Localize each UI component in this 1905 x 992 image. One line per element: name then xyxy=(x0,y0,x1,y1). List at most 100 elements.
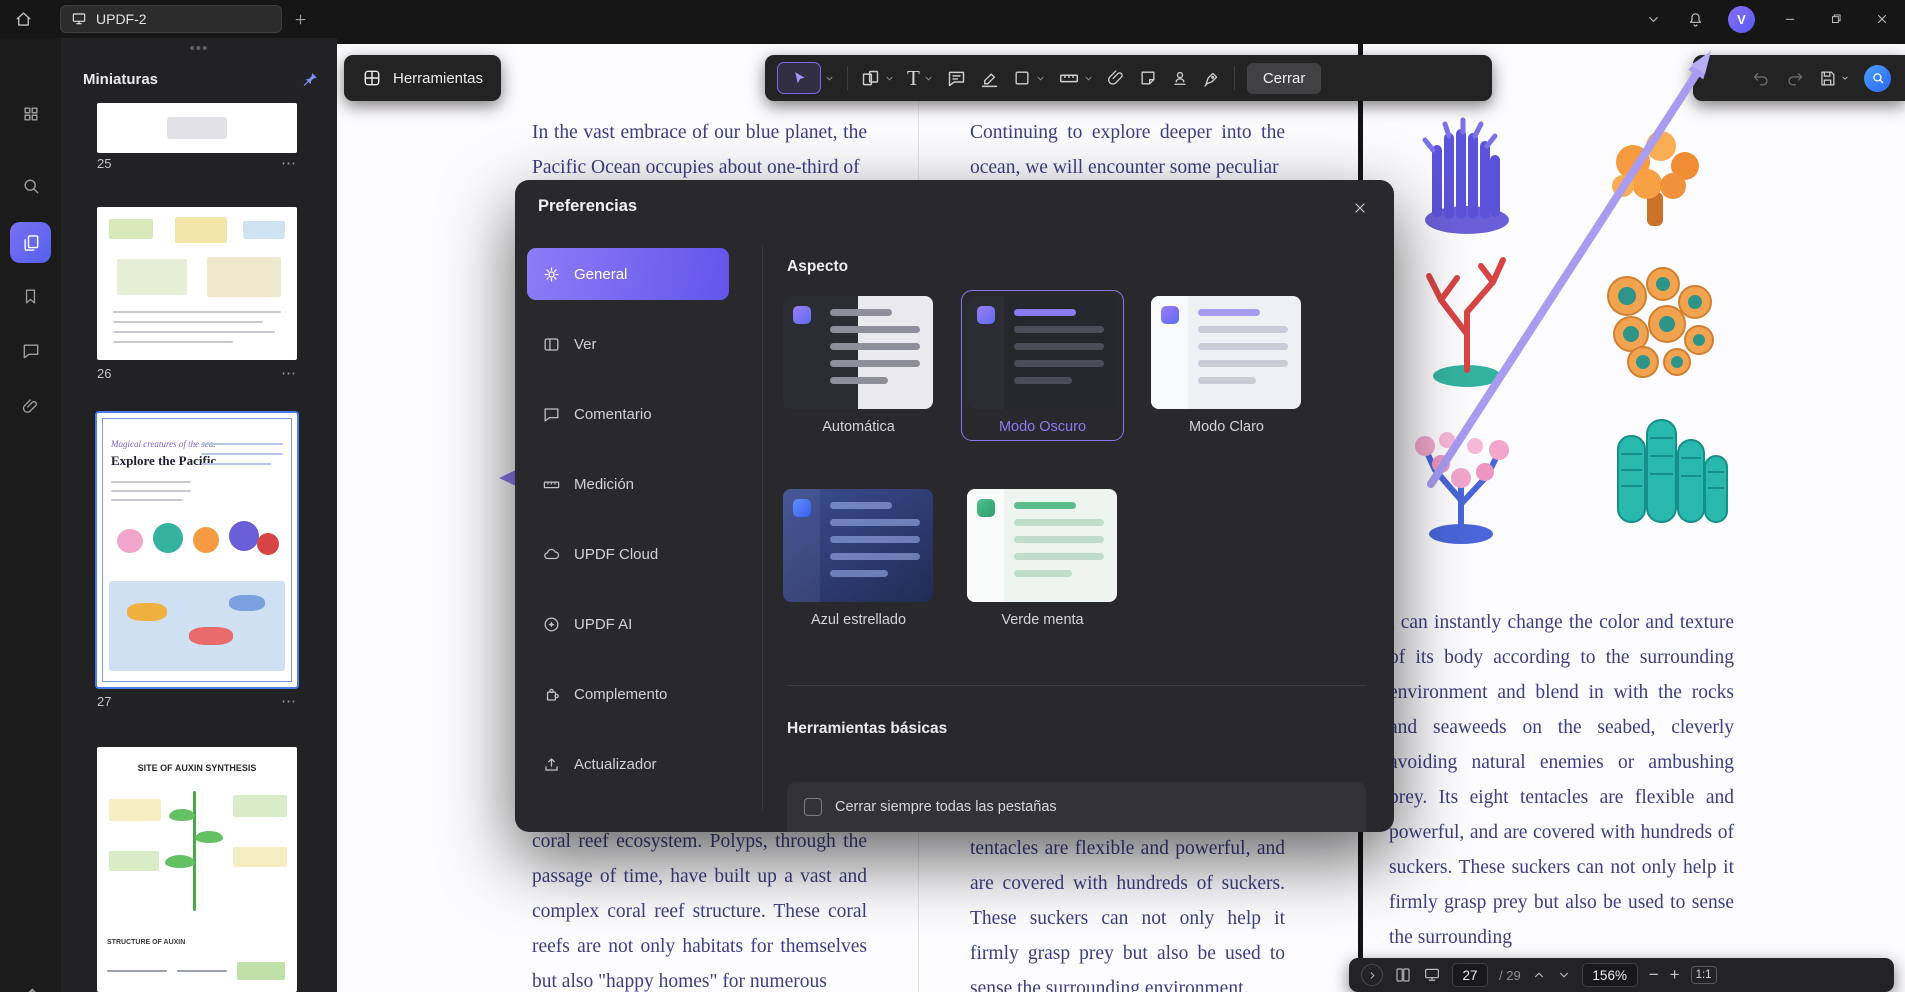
stamp-tool[interactable] xyxy=(1170,68,1190,88)
comments-panel-button[interactable] xyxy=(10,330,51,371)
titlebar-menu-button[interactable] xyxy=(1632,0,1674,38)
thumb-26-diagram-block xyxy=(175,217,227,243)
home-icon xyxy=(14,10,33,29)
ruler-icon xyxy=(1058,67,1080,89)
page-paragraph[interactable]: coral reef ecosystem. Polyps, through th… xyxy=(532,824,867,992)
page-layout-button[interactable] xyxy=(1394,966,1412,984)
bookmarks-panel-button[interactable] xyxy=(10,276,51,317)
attachment-tool[interactable] xyxy=(1106,68,1126,88)
page-paragraph[interactable]: tentacles are flexible and powerful, and… xyxy=(970,831,1285,992)
thumbnails-header: Miniaturas xyxy=(83,66,319,92)
ai-search-button[interactable] xyxy=(1864,64,1891,92)
dialog-close-button[interactable] xyxy=(1344,192,1376,224)
dialog-nav-updf-cloud[interactable]: UPDF Cloud xyxy=(527,528,729,580)
zoom-out-button[interactable]: − xyxy=(1649,965,1659,985)
thumbnail-page-28[interactable]: SITE OF AUXIN SYNTHESIS STRUCTURE OF AUX… xyxy=(97,747,297,992)
save-button[interactable] xyxy=(1818,69,1850,88)
thumbnail-page-26[interactable] xyxy=(97,207,297,360)
maximize-button[interactable] xyxy=(1813,0,1859,38)
home-button[interactable] xyxy=(0,0,46,38)
chevron-down-icon xyxy=(1083,73,1094,84)
dialog-nav-complemento[interactable]: Complemento xyxy=(527,668,729,720)
apps-grid-icon xyxy=(21,104,41,124)
sign-tool[interactable] xyxy=(1202,68,1222,88)
sticker-tool[interactable] xyxy=(1138,68,1158,88)
user-avatar[interactable]: V xyxy=(1728,5,1755,33)
highlighter-tool[interactable] xyxy=(979,68,1000,89)
close-window-button[interactable] xyxy=(1859,0,1905,38)
theme-preview-light xyxy=(1151,296,1301,409)
close-icon xyxy=(1875,12,1889,26)
update-icon xyxy=(542,755,561,774)
dialog-nav-updf-ai[interactable]: UPDF AI xyxy=(527,598,729,650)
dialog-nav: General Ver Comentario Medición UPDF Clo… xyxy=(527,248,729,808)
thumb-28-green-box xyxy=(237,962,285,980)
page-number-input[interactable]: 27 xyxy=(1452,963,1488,987)
close-all-tabs-setting[interactable]: Cerrar siempre todas las pestañas xyxy=(787,782,1366,832)
select-tool[interactable] xyxy=(777,62,835,94)
more-options-icon[interactable]: ⋯ xyxy=(281,366,297,381)
theme-option-modo-oscuro[interactable]: Modo Oscuro xyxy=(961,290,1124,441)
panel-drag-handle[interactable]: ••• xyxy=(190,40,209,57)
close-icon xyxy=(1352,200,1368,216)
comment-icon xyxy=(542,405,561,424)
workspace-grid-button[interactable] xyxy=(10,93,51,134)
theme-label: Modo Oscuro xyxy=(998,419,1087,435)
notifications-button[interactable] xyxy=(1674,0,1716,38)
puzzle-icon xyxy=(542,685,561,704)
page-organize-tool[interactable] xyxy=(860,68,895,89)
reading-mode-button[interactable] xyxy=(1423,966,1441,984)
page-paragraph[interactable]: t can instantly change the color and tex… xyxy=(1389,605,1734,955)
theme-option-verde-menta[interactable]: Verde menta xyxy=(961,483,1124,634)
checkbox-unchecked[interactable] xyxy=(804,798,822,816)
thumbnails-panel-button[interactable] xyxy=(10,222,51,263)
zoom-in-button[interactable]: + xyxy=(1670,965,1680,985)
tools-label: Herramientas xyxy=(393,69,484,87)
highlighter-icon xyxy=(979,68,1000,89)
theme-option-automatica[interactable]: Automática xyxy=(777,290,940,441)
document-tab[interactable]: UPDF-2 xyxy=(60,5,282,33)
minimize-button[interactable] xyxy=(1767,0,1813,38)
tools-menu-button[interactable]: Herramientas xyxy=(344,55,502,101)
dialog-nav-ver[interactable]: Ver xyxy=(527,318,729,370)
more-options-icon[interactable]: ⋯ xyxy=(281,694,297,709)
comment-tool[interactable] xyxy=(946,68,967,89)
new-tab-button[interactable] xyxy=(282,0,318,38)
page-paragraph[interactable]: Continuing to explore deeper into the oc… xyxy=(970,115,1285,185)
thumb-text-line xyxy=(113,311,281,313)
dialog-nav-general[interactable]: General xyxy=(527,248,729,300)
search-panel-button[interactable] xyxy=(10,165,51,206)
dialog-nav-actualizador[interactable]: Actualizador xyxy=(527,738,729,790)
actual-size-button[interactable]: 1:1 xyxy=(1690,966,1717,984)
expand-panel-button[interactable] xyxy=(1361,964,1383,986)
more-options-icon[interactable]: ⋯ xyxy=(281,156,297,171)
signature-tool-button[interactable] xyxy=(10,973,51,992)
shape-tool[interactable] xyxy=(1012,68,1046,88)
stamp-person-icon xyxy=(1170,68,1190,88)
attachments-panel-button[interactable] xyxy=(10,386,51,427)
pin-icon[interactable] xyxy=(302,71,319,88)
dialog-nav-medicion[interactable]: Medición xyxy=(527,458,729,510)
previous-page-button[interactable] xyxy=(1532,968,1546,982)
paperclip-icon xyxy=(21,397,40,416)
text-tool[interactable]: T xyxy=(907,67,934,89)
close-tools-button[interactable]: Cerrar xyxy=(1246,62,1322,94)
theme-option-modo-claro[interactable]: Modo Claro xyxy=(1145,290,1308,441)
preview-logo xyxy=(977,306,995,324)
theme-option-azul-estrellado[interactable]: Azul estrellado xyxy=(777,483,940,634)
undo-button[interactable] xyxy=(1752,69,1771,88)
thumbnail-page-25[interactable] xyxy=(97,103,297,153)
thumbnail-page-27[interactable]: Magical creatures of the sea. Explore th… xyxy=(97,413,297,687)
next-page-button[interactable] xyxy=(1557,968,1571,982)
thumb-structure-line xyxy=(177,970,227,972)
page-paragraph[interactable]: In the vast embrace of our blue planet, … xyxy=(532,115,867,185)
dialog-nav-comentario[interactable]: Comentario xyxy=(527,388,729,440)
redo-button[interactable] xyxy=(1785,69,1804,88)
zoom-level-input[interactable]: 156% xyxy=(1581,963,1638,987)
annotation-arrow[interactable] xyxy=(1387,38,1747,518)
thumbnail-27-row: 27 ⋯ xyxy=(97,694,297,710)
measure-tool[interactable] xyxy=(1058,67,1094,89)
theme-preview-auto xyxy=(783,296,933,409)
thumb-28-callout xyxy=(233,795,287,817)
basic-tools-heading: Herramientas básicas xyxy=(787,720,948,737)
